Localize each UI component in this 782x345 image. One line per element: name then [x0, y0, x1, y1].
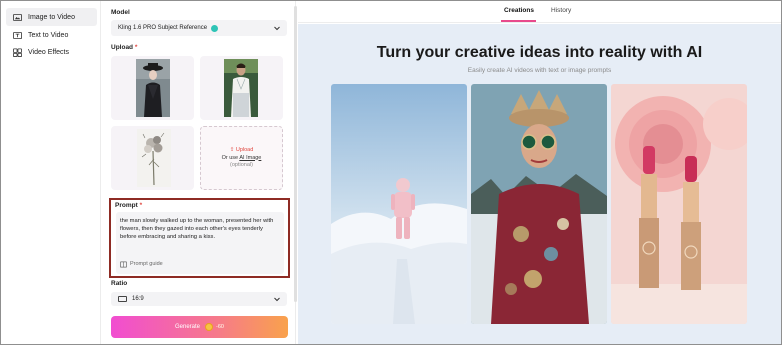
text-video-icon: [12, 30, 22, 40]
generate-label: Generate: [175, 324, 201, 330]
aspect-ratio-icon: [118, 296, 127, 302]
nav-item-video-effects[interactable]: Video Effects: [6, 43, 97, 61]
model-value: Kling 1.6 PRO Subject Reference: [118, 25, 208, 31]
queen-image: [471, 84, 607, 324]
prompt-text: the man slowly walked up to the woman, p…: [120, 218, 274, 240]
ratio-select[interactable]: 16:9: [111, 292, 287, 306]
uploaded-image-flowers[interactable]: [111, 126, 194, 190]
nav-item-label: Video Effects: [28, 48, 69, 56]
credit-coin-icon: [205, 323, 214, 331]
astronaut-image: [331, 84, 467, 324]
flowers-photo: [137, 129, 171, 187]
prompt-guide-button[interactable]: Prompt guide: [120, 259, 163, 269]
uploaded-image-woman[interactable]: [111, 56, 194, 120]
hero-subtitle: Easily create AI videos with text or ima…: [467, 67, 612, 74]
example-image-queen[interactable]: [471, 84, 607, 324]
lipstick-image: [611, 84, 747, 324]
man-photo: [224, 59, 258, 117]
woman-photo: [136, 59, 170, 117]
nav-item-image-to-video[interactable]: Image to Video: [6, 8, 97, 26]
main-content: Creations History Turn your creative ide…: [298, 1, 781, 344]
generation-panel: Model Kling 1.6 PRO Subject Reference Up…: [102, 1, 296, 344]
model-badge-icon: [211, 24, 219, 32]
hero-title: Turn your creative ideas into reality wi…: [376, 44, 703, 61]
upload-link[interactable]: Upload: [236, 147, 253, 153]
tab-history[interactable]: History: [551, 7, 571, 14]
example-image-lipstick[interactable]: [611, 84, 747, 324]
ratio-label: Ratio: [111, 280, 128, 287]
upload-dropzone-text: ⇪ Upload Or use AI Image (optional): [201, 147, 282, 170]
nav-item-label: Image to Video: [28, 13, 75, 21]
left-nav: Image to Video Text to Video Video Effec…: [1, 1, 101, 344]
nav-item-label: Text to Video: [28, 31, 69, 39]
prompt-section: Prompt * the man slowly walked up to the…: [109, 198, 290, 278]
example-image-astronaut[interactable]: [331, 84, 467, 324]
upload-optional-text: (optional): [230, 162, 253, 168]
ratio-value: 16:9: [132, 296, 144, 302]
book-icon: [120, 261, 127, 267]
model-select[interactable]: Kling 1.6 PRO Subject Reference: [111, 20, 287, 36]
ai-image-link[interactable]: AI Image: [239, 155, 261, 161]
upload-or-text: Or use: [221, 154, 239, 161]
generate-button[interactable]: Generate -60: [111, 316, 288, 338]
upload-icon: ⇪: [229, 147, 235, 153]
prompt-label: Prompt *: [115, 202, 143, 209]
model-label: Model: [111, 9, 130, 16]
image-video-icon: [12, 12, 22, 22]
upload-label: Upload *: [111, 44, 138, 51]
active-tab-indicator: [501, 20, 536, 22]
chevron-down-icon: [274, 26, 280, 31]
panel-scrollbar[interactable]: [294, 6, 297, 302]
prompt-textarea[interactable]: the man slowly walked up to the woman, p…: [116, 212, 284, 274]
effects-icon: [12, 47, 22, 57]
prompt-guide-label: Prompt guide: [130, 261, 163, 267]
tab-creations[interactable]: Creations: [504, 7, 534, 14]
hero-banner: Turn your creative ideas into reality wi…: [298, 24, 781, 344]
content-tabs: Creations History: [298, 1, 781, 23]
upload-dropzone[interactable]: ⇪ Upload Or use AI Image (optional): [200, 126, 283, 190]
generate-cost: -60: [216, 324, 224, 330]
nav-item-text-to-video[interactable]: Text to Video: [6, 26, 97, 44]
chevron-down-icon: [274, 297, 280, 302]
uploaded-image-man[interactable]: [200, 56, 283, 120]
